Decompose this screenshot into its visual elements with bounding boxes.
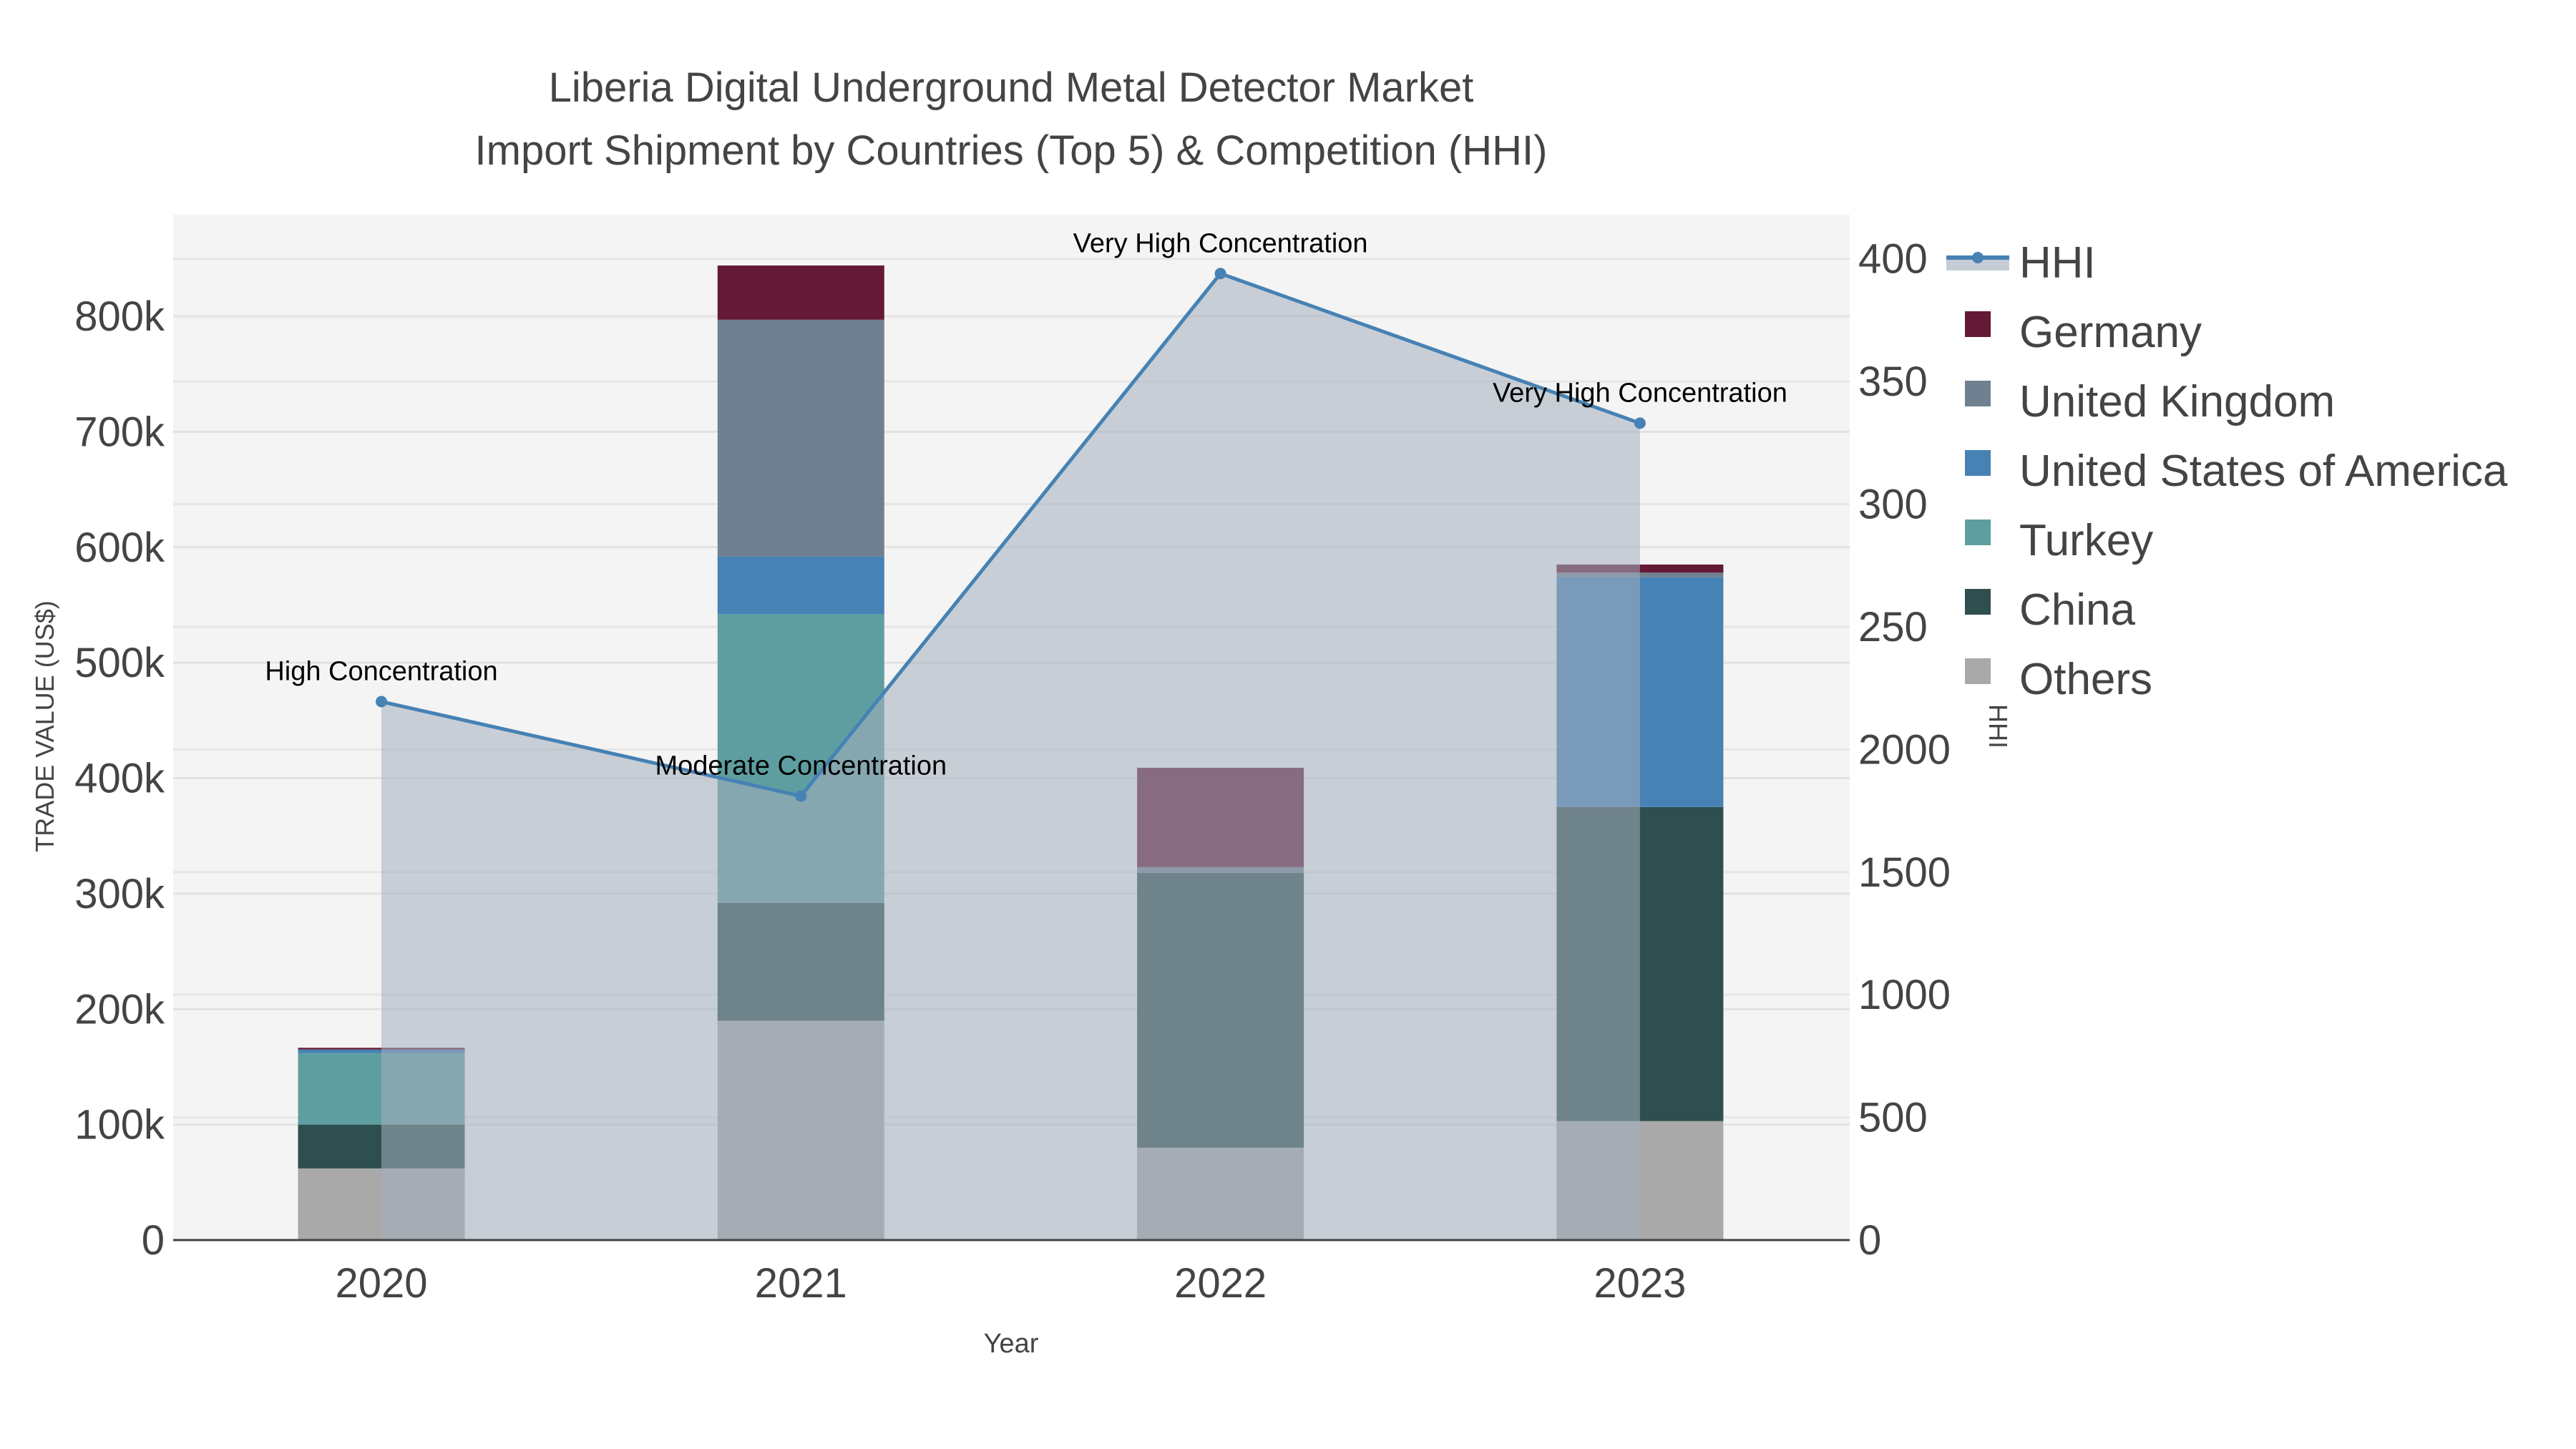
legend-swatch-icon — [1965, 450, 1991, 476]
y-tick-label: 200k — [74, 986, 165, 1033]
y2-tick-label: 250 — [1858, 604, 1928, 650]
legend-label: Turkey — [2019, 516, 2153, 565]
legend-label: China — [2019, 585, 2136, 635]
legend-swatch-icon — [1965, 381, 1991, 406]
chart-title-line2: Import Shipment by Countries (Top 5) & C… — [475, 127, 1548, 174]
y2-axis-title: HHI — [1984, 704, 2013, 748]
legend-swatch-icon — [1965, 519, 1991, 545]
bar-segment-united-states-of-america — [717, 556, 884, 615]
hhi-point — [1634, 417, 1646, 429]
y-axis-title: TRADE VALUE (US$) — [30, 600, 59, 852]
y2-tick-label: 2000 — [1858, 726, 1951, 773]
y-tick-label: 0 — [142, 1217, 165, 1264]
legend-label: Germany — [2019, 308, 2202, 357]
y-tick-label: 100k — [74, 1102, 165, 1148]
y2-tick-label: 1000 — [1858, 972, 1951, 1018]
legend-item-united-kingdom[interactable]: United Kingdom — [1965, 377, 2335, 426]
y2-tick-label: 0 — [1858, 1217, 1881, 1264]
y-tick-label: 800k — [74, 293, 165, 340]
hhi-point — [795, 790, 807, 802]
x-tick-label: 2020 — [335, 1260, 427, 1307]
legend-label: United Kingdom — [2019, 377, 2335, 426]
bar-segment-united-kingdom — [717, 319, 884, 557]
legend-item-turkey[interactable]: Turkey — [1965, 516, 2153, 565]
hhi-annotation: Very High Concentration — [1073, 228, 1368, 258]
y2-tick-label: 300 — [1858, 482, 1928, 528]
legend-swatch-icon — [1965, 589, 1991, 615]
hhi-legend-marker-icon — [1972, 252, 1984, 263]
y-tick-label: 400k — [74, 756, 165, 802]
hhi-annotation: Very High Concentration — [1493, 378, 1787, 408]
y2-tick-label: 1500 — [1858, 849, 1951, 896]
legend-item-others[interactable]: Others — [1965, 655, 2152, 704]
y-tick-label: 300k — [74, 871, 165, 917]
legend-item-china[interactable]: China — [1965, 585, 2136, 635]
hhi-annotation: Moderate Concentration — [655, 751, 947, 781]
x-tick-label: 2021 — [755, 1260, 847, 1307]
hhi-annotation: High Concentration — [265, 657, 497, 687]
y-tick-label: 700k — [74, 409, 165, 455]
x-tick-label: 2022 — [1174, 1260, 1267, 1307]
x-axis-title: Year — [984, 1329, 1039, 1359]
legend-swatch-icon — [1965, 658, 1991, 684]
y-tick-label: 600k — [74, 525, 165, 571]
legend-label: Others — [2019, 655, 2152, 704]
legend-label: HHI — [2019, 238, 2096, 288]
legend-swatch-icon — [1965, 311, 1991, 337]
legend-item-germany[interactable]: Germany — [1965, 308, 2202, 357]
legend-label: United States of America — [2019, 447, 2508, 496]
x-tick-label: 2023 — [1594, 1260, 1686, 1307]
chart: 0 100k 200k 300k 400k 500k 600k 700k 800k 0 500 100… — [30, 64, 2508, 1359]
legend-item-united-states-of-america[interactable]: United States of America — [1965, 447, 2508, 496]
chart-title-line1: Liberia Digital Underground Metal Detect… — [549, 64, 1474, 111]
legend-item-hhi[interactable]: HHI — [1946, 238, 2096, 288]
hhi-point — [376, 696, 387, 708]
y2-tick-label: 500 — [1858, 1095, 1928, 1141]
bar-segment-germany — [717, 265, 884, 320]
y2-tick-label: 350 — [1858, 358, 1928, 405]
hhi-point — [1214, 268, 1226, 280]
y-tick-label: 500k — [74, 640, 165, 686]
y2-tick-label: 400 — [1858, 236, 1928, 283]
